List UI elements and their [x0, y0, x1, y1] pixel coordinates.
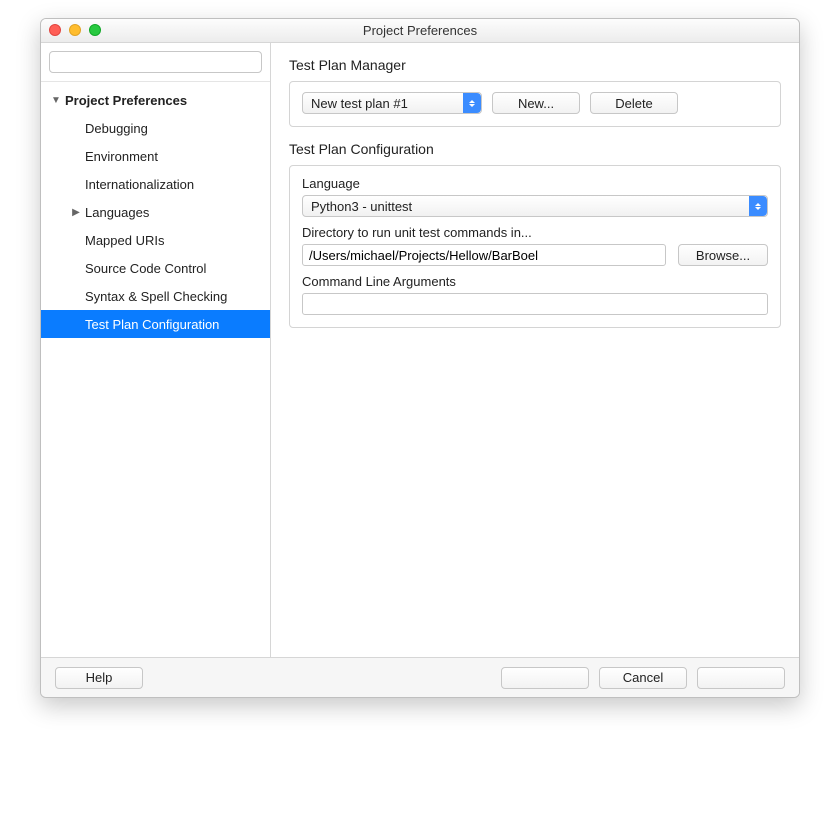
test-plan-manager-title: Test Plan Manager: [289, 57, 781, 73]
tree-root-project-preferences[interactable]: ▼ Project Preferences: [41, 86, 270, 114]
sidebar-item-label: Environment: [85, 149, 158, 164]
sidebar-item-debugging[interactable]: Debugging: [41, 114, 270, 142]
search-wrap: [41, 43, 270, 82]
zoom-icon[interactable]: [89, 24, 101, 36]
search-input[interactable]: [49, 51, 262, 73]
footer-bar: Help Cancel: [41, 657, 799, 697]
window-controls: [49, 24, 101, 36]
help-button[interactable]: Help: [55, 667, 143, 689]
test-plan-select-value: New test plan #1: [311, 96, 408, 111]
language-label: Language: [302, 176, 768, 191]
close-icon[interactable]: [49, 24, 61, 36]
sidebar-item-internationalization[interactable]: Internationalization: [41, 170, 270, 198]
sidebar: ▼ Project Preferences Debugging Environm…: [41, 43, 271, 657]
sidebar-item-source-code-control[interactable]: Source Code Control: [41, 254, 270, 282]
test-plan-config-group: Language Python3 - unittest Directory to…: [289, 165, 781, 328]
test-plan-config-title: Test Plan Configuration: [289, 141, 781, 157]
browse-button-label: Browse...: [696, 248, 750, 263]
directory-input[interactable]: [302, 244, 666, 266]
sidebar-item-label: Syntax & Spell Checking: [85, 289, 227, 304]
sidebar-item-label: Debugging: [85, 121, 148, 136]
language-select-value: Python3 - unittest: [311, 199, 412, 214]
main-panel: Test Plan Manager New test plan #1 New..…: [271, 43, 799, 657]
sidebar-item-environment[interactable]: Environment: [41, 142, 270, 170]
sidebar-item-label: Test Plan Configuration: [85, 317, 219, 332]
sidebar-item-languages[interactable]: ▶ Languages: [41, 198, 270, 226]
dropdown-caret-icon: [463, 93, 481, 113]
preference-tree: ▼ Project Preferences Debugging Environm…: [41, 82, 270, 657]
window-body: ▼ Project Preferences Debugging Environm…: [41, 43, 799, 657]
minimize-icon[interactable]: [69, 24, 81, 36]
preferences-window: Project Preferences ▼ Project Preference…: [40, 18, 800, 698]
sidebar-item-label: Internationalization: [85, 177, 194, 192]
args-label: Command Line Arguments: [302, 274, 768, 289]
test-plan-manager-group: New test plan #1 New... Delete: [289, 81, 781, 127]
args-input[interactable]: [302, 293, 768, 315]
dropdown-caret-icon: [749, 196, 767, 216]
footer-button-1[interactable]: [501, 667, 589, 689]
chevron-right-icon: ▶: [71, 207, 81, 218]
directory-label: Directory to run unit test commands in..…: [302, 225, 768, 240]
sidebar-item-label: Mapped URIs: [85, 233, 164, 248]
language-select[interactable]: Python3 - unittest: [302, 195, 768, 217]
chevron-down-icon: ▼: [51, 95, 61, 106]
test-plan-select[interactable]: New test plan #1: [302, 92, 482, 114]
titlebar: Project Preferences: [41, 19, 799, 43]
cancel-button-label: Cancel: [623, 670, 663, 685]
delete-button-label: Delete: [615, 96, 653, 111]
new-test-plan-button[interactable]: New...: [492, 92, 580, 114]
browse-button[interactable]: Browse...: [678, 244, 768, 266]
footer-button-2[interactable]: [697, 667, 785, 689]
sidebar-item-label: Source Code Control: [85, 261, 206, 276]
window-title: Project Preferences: [41, 23, 799, 38]
cancel-button[interactable]: Cancel: [599, 667, 687, 689]
delete-test-plan-button[interactable]: Delete: [590, 92, 678, 114]
sidebar-item-syntax-spell-checking[interactable]: Syntax & Spell Checking: [41, 282, 270, 310]
tree-root-label: Project Preferences: [65, 93, 187, 108]
sidebar-item-mapped-uris[interactable]: Mapped URIs: [41, 226, 270, 254]
new-button-label: New...: [518, 96, 554, 111]
help-button-label: Help: [86, 670, 113, 685]
sidebar-item-label: Languages: [85, 205, 149, 220]
sidebar-item-test-plan-configuration[interactable]: Test Plan Configuration: [41, 310, 270, 338]
